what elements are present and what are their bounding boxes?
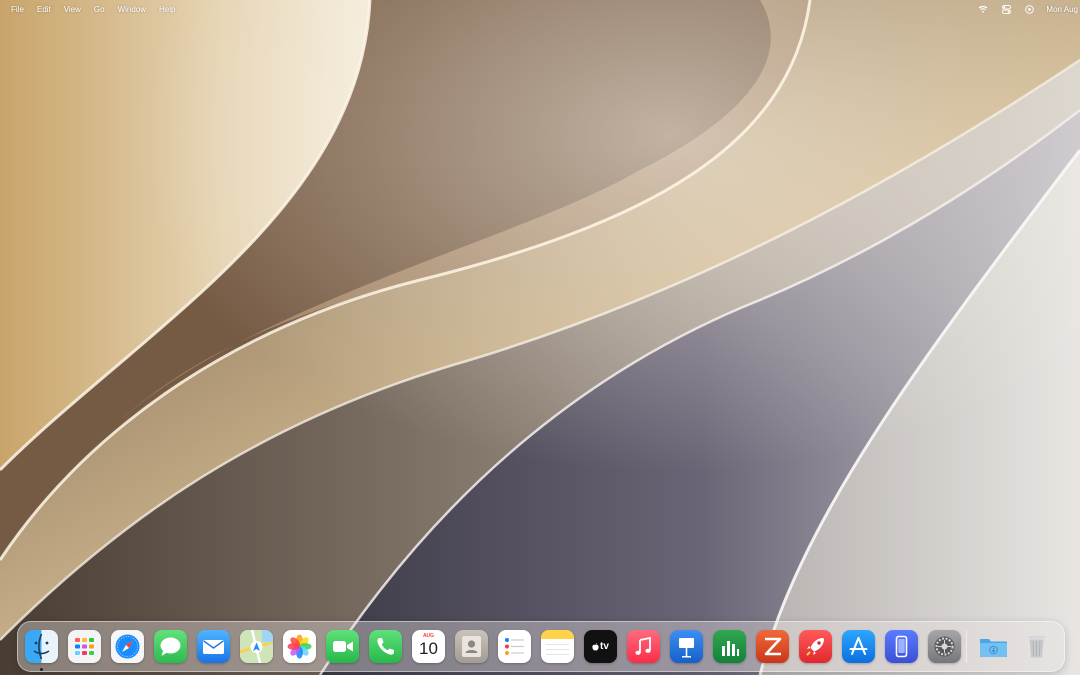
siri-icon[interactable] <box>1025 4 1035 14</box>
zed-icon <box>764 637 782 656</box>
menu-bar-status: Mon Aug <box>964 5 1080 14</box>
calendar-icon: AUG 10 <box>412 630 445 663</box>
calendar-day: 10 <box>419 639 438 658</box>
iphone-mirroring-icon <box>895 635 908 658</box>
desktop[interactable]: File Edit View Go Window Help Mon Aug AU… <box>0 0 1080 675</box>
wallpaper <box>0 0 1080 675</box>
maps-icon <box>240 630 273 663</box>
wifi-icon[interactable] <box>978 5 988 13</box>
dock-calendar[interactable]: AUG 10 <box>412 630 445 663</box>
menu-bar-clock[interactable]: Mon Aug <box>1046 5 1078 14</box>
messages-icon <box>160 637 181 656</box>
dock-zed[interactable] <box>756 630 789 663</box>
numbers-icon <box>722 641 739 656</box>
dock-reminders[interactable] <box>498 630 531 663</box>
dock-iphone-mirroring[interactable] <box>885 630 918 663</box>
rocket-icon <box>806 638 824 656</box>
keynote-icon <box>679 638 694 658</box>
appletv-icon: tv <box>584 630 617 663</box>
dock-appletv[interactable]: tv <box>584 630 617 663</box>
appletv-label: tv <box>600 641 609 652</box>
dock-phone[interactable] <box>369 630 402 663</box>
settings-icon <box>934 636 955 657</box>
menu-help[interactable]: Help <box>159 5 175 14</box>
facetime-icon <box>333 641 353 652</box>
dock-keynote[interactable] <box>670 630 703 663</box>
dock-divider <box>966 630 967 663</box>
menu-go[interactable]: Go <box>94 5 105 14</box>
reminders-icon <box>505 638 524 655</box>
dock-launchpad[interactable] <box>68 630 101 663</box>
menu-window[interactable]: Window <box>118 5 146 14</box>
contacts-icon <box>462 636 481 657</box>
menu-view[interactable]: View <box>64 5 81 14</box>
photos-icon <box>287 634 312 659</box>
dock-trash[interactable] <box>1020 630 1053 663</box>
dock-rocket[interactable] <box>799 630 832 663</box>
dock-facetime[interactable] <box>326 630 359 663</box>
menu-bar: File Edit View Go Window Help Mon Aug <box>0 0 1080 18</box>
finder-icon <box>33 633 50 660</box>
finder-running-indicator <box>40 668 43 671</box>
menu-bar-menus: File Edit View Go Window Help <box>0 5 188 14</box>
dock-messages[interactable] <box>154 630 187 663</box>
apple-logo-icon <box>592 642 599 650</box>
mail-icon <box>203 640 224 654</box>
dock-music[interactable] <box>627 630 660 663</box>
dock: AUG 10 tv <box>17 621 1065 672</box>
music-icon <box>635 636 651 655</box>
dock-maps[interactable] <box>240 630 273 663</box>
appstore-icon <box>849 637 868 655</box>
phone-icon <box>377 638 394 655</box>
dock-notes[interactable] <box>541 630 574 663</box>
notes-icon <box>541 630 574 655</box>
dock-finder[interactable] <box>25 630 58 663</box>
menu-edit[interactable]: Edit <box>37 5 51 14</box>
downloads-folder-icon <box>980 639 1007 657</box>
dock-photos[interactable] <box>283 630 316 663</box>
dock-contacts[interactable] <box>455 630 488 663</box>
safari-icon <box>115 634 140 659</box>
menu-file[interactable]: File <box>11 5 24 14</box>
dock-downloads-folder[interactable] <box>977 630 1010 663</box>
dock-mail[interactable] <box>197 630 230 663</box>
control-center-icon[interactable] <box>1002 4 1012 14</box>
dock-system-settings[interactable] <box>928 630 961 663</box>
trash-icon <box>1028 636 1045 659</box>
launchpad-icon <box>75 638 94 655</box>
dock-safari[interactable] <box>111 630 144 663</box>
dock-appstore[interactable] <box>842 630 875 663</box>
dock-numbers[interactable] <box>713 630 746 663</box>
